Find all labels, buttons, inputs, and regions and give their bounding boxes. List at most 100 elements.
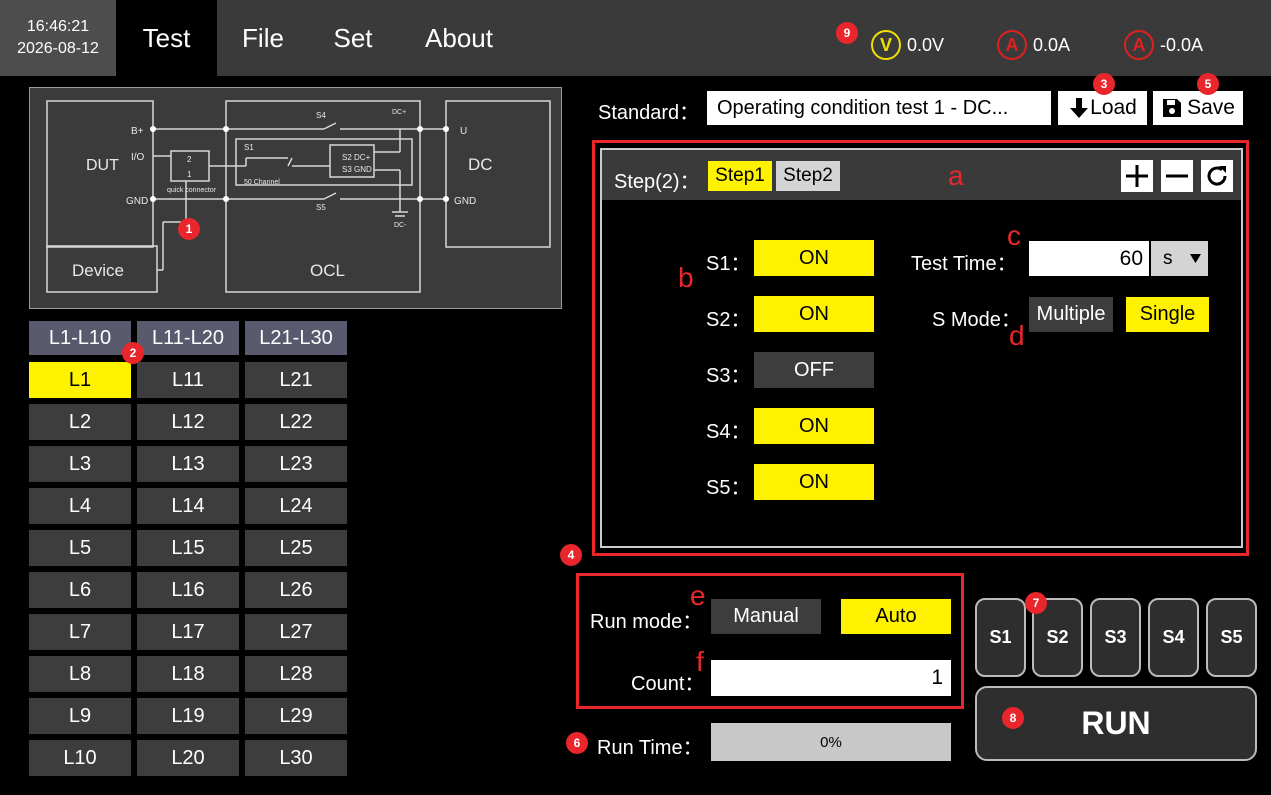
- level-button-l30[interactable]: L30: [245, 740, 347, 776]
- time-unit-value: s: [1163, 247, 1173, 269]
- level-button-l28[interactable]: L28: [245, 656, 347, 692]
- level-button-l4[interactable]: L4: [29, 488, 131, 524]
- level-button-l23[interactable]: L23: [245, 446, 347, 482]
- menu-file[interactable]: File: [225, 0, 301, 76]
- tab-step2[interactable]: Step2: [776, 161, 840, 191]
- channel-s3-button[interactable]: S3: [1090, 598, 1141, 677]
- s-mode-single[interactable]: Single: [1126, 297, 1209, 332]
- remove-step-button[interactable]: [1161, 160, 1193, 192]
- level-button-l12[interactable]: L12: [137, 404, 239, 440]
- connector-bottom: 1: [187, 170, 192, 179]
- annotation-badge-7: 7: [1025, 592, 1047, 614]
- tab-l21-l30[interactable]: L21-L30: [245, 321, 347, 355]
- minus-icon: [1166, 174, 1188, 178]
- count-input[interactable]: 1: [711, 660, 951, 696]
- level-button-l19[interactable]: L19: [137, 698, 239, 734]
- dcplus-label: DC+: [392, 109, 406, 116]
- dropdown-arrow-icon: [1190, 254, 1201, 263]
- save-label: Save: [1187, 96, 1235, 119]
- level-button-l5[interactable]: L5: [29, 530, 131, 566]
- tab-step1[interactable]: Step1: [708, 161, 772, 191]
- tab-l1-l10[interactable]: L1-L10: [29, 321, 131, 355]
- s4-label: S4: [316, 111, 326, 120]
- s1-toggle[interactable]: ON: [754, 240, 874, 276]
- count-label: Count：: [631, 673, 705, 695]
- test-time-input[interactable]: 60: [1029, 241, 1149, 276]
- level-button-l7[interactable]: L7: [29, 614, 131, 650]
- channel-s5-button[interactable]: S5: [1206, 598, 1257, 677]
- refresh-button[interactable]: [1201, 160, 1233, 192]
- menu-test[interactable]: Test: [116, 0, 217, 76]
- s4-toggle[interactable]: ON: [754, 408, 874, 444]
- menu-set[interactable]: Set: [320, 0, 386, 76]
- floppy-icon: [1163, 99, 1182, 117]
- s5-label: S5：: [706, 477, 751, 499]
- dut-label: DUT: [86, 157, 119, 174]
- time-unit-select[interactable]: s: [1151, 241, 1208, 276]
- level-button-l25[interactable]: L25: [245, 530, 347, 566]
- annotation-badge-5: 5: [1197, 73, 1219, 95]
- level-button-l6[interactable]: L6: [29, 572, 131, 608]
- level-button-l2[interactable]: L2: [29, 404, 131, 440]
- channel-s1-button[interactable]: S1: [975, 598, 1026, 677]
- bplus-label: B+: [131, 126, 144, 137]
- annotation-letter-b: b: [678, 262, 694, 293]
- level-button-l1[interactable]: L1: [29, 362, 131, 398]
- gnd-left-label: GND: [126, 196, 148, 207]
- connector-label: quick connector: [167, 187, 217, 194]
- level-button-l29[interactable]: L29: [245, 698, 347, 734]
- annotation-badge-1: 1: [178, 218, 200, 240]
- level-button-l8[interactable]: L8: [29, 656, 131, 692]
- save-button[interactable]: Save: [1153, 91, 1243, 125]
- dcminus-label: DC-: [394, 222, 407, 229]
- run-mode-manual[interactable]: Manual: [711, 599, 821, 634]
- level-button-l13[interactable]: L13: [137, 446, 239, 482]
- annotation-badge-4: 4: [560, 544, 582, 566]
- current-value-2: -0.0A: [1160, 34, 1204, 55]
- ocl-label: OCL: [310, 261, 345, 280]
- wiring-diagram-svg: DUT Device OCL DC B+ I/O GND 2 1 quick c…: [46, 100, 551, 293]
- annotation-letter-a: a: [948, 160, 964, 191]
- level-button-l17[interactable]: L17: [137, 614, 239, 650]
- level-button-l9[interactable]: L9: [29, 698, 131, 734]
- channel-s4-button[interactable]: S4: [1148, 598, 1199, 677]
- level-button-l24[interactable]: L24: [245, 488, 347, 524]
- level-button-l22[interactable]: L22: [245, 404, 347, 440]
- step-panel: [600, 148, 1243, 548]
- standard-select[interactable]: Operating condition test 1 - DC...: [707, 91, 1051, 125]
- standard-label: Standard：: [598, 102, 700, 124]
- run-mode-auto[interactable]: Auto: [841, 599, 951, 634]
- s5-toggle[interactable]: ON: [754, 464, 874, 500]
- voltage-value: 0.0V: [907, 34, 945, 55]
- load-button[interactable]: Load: [1058, 91, 1147, 125]
- current-value-1: 0.0A: [1033, 34, 1071, 55]
- clock: 16:46:21 2026-08-12: [0, 0, 116, 76]
- tab-l11-l20[interactable]: L11-L20: [137, 321, 239, 355]
- s3-toggle[interactable]: OFF: [754, 352, 874, 388]
- level-button-l10[interactable]: L10: [29, 740, 131, 776]
- s2-toggle[interactable]: ON: [754, 296, 874, 332]
- level-button-l27[interactable]: L27: [245, 614, 347, 650]
- level-button-l14[interactable]: L14: [137, 488, 239, 524]
- test-time-label: Test Time：: [911, 253, 1017, 275]
- level-button-l11[interactable]: L11: [137, 362, 239, 398]
- add-step-button[interactable]: [1121, 160, 1153, 192]
- level-button-l16[interactable]: L16: [137, 572, 239, 608]
- annotation-badge-3: 3: [1093, 73, 1115, 95]
- s4-label: S4：: [706, 421, 751, 443]
- annotation-letter-c: c: [1007, 220, 1021, 251]
- plus-icon: [1126, 165, 1148, 187]
- io-label: I/O: [131, 152, 145, 163]
- gnd-right-label: GND: [454, 196, 476, 207]
- step-count-label: Step(2)：: [614, 171, 700, 193]
- level-button-l18[interactable]: L18: [137, 656, 239, 692]
- level-button-l3[interactable]: L3: [29, 446, 131, 482]
- channel-label: 50 Channel: [244, 179, 280, 186]
- s-mode-multiple[interactable]: Multiple: [1029, 297, 1113, 332]
- level-button-l26[interactable]: L26: [245, 572, 347, 608]
- level-button-l15[interactable]: L15: [137, 530, 239, 566]
- menu-about[interactable]: About: [410, 0, 508, 76]
- level-button-l20[interactable]: L20: [137, 740, 239, 776]
- level-button-l21[interactable]: L21: [245, 362, 347, 398]
- annotation-letter-d: d: [1009, 320, 1025, 351]
